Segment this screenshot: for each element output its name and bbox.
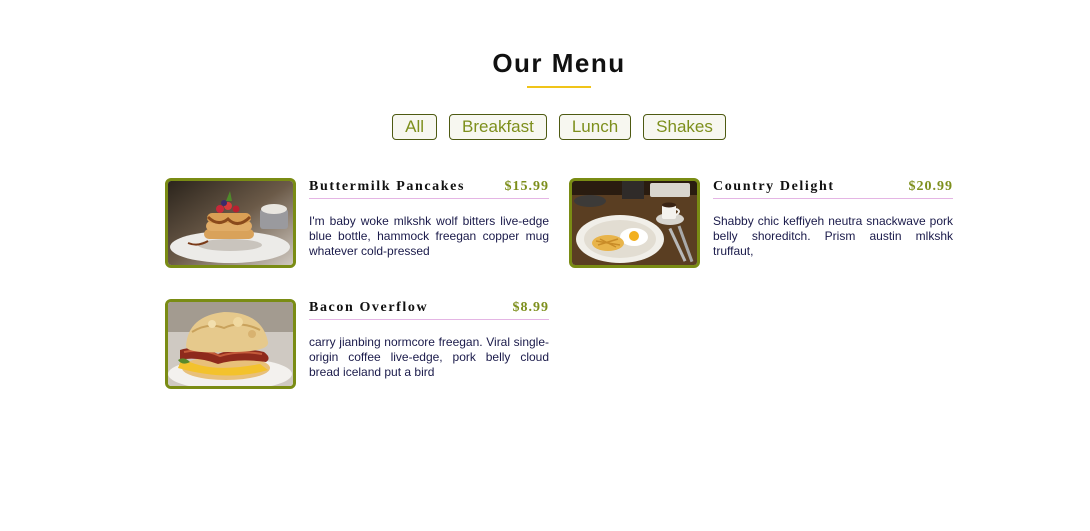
menu-item-name: Bacon Overflow <box>309 300 429 315</box>
menu-item-description: I'm baby woke mlkshk wolf bitters live-e… <box>309 214 549 258</box>
filter-all-button[interactable]: All <box>392 114 438 140</box>
menu-item-price: $8.99 <box>512 300 549 315</box>
menu-item-price: $15.99 <box>504 179 549 194</box>
filter-bar: All Breakfast Lunch Shakes <box>0 114 1090 140</box>
bacon-overflow-photo <box>165 299 296 389</box>
filter-shakes-button[interactable]: Shakes <box>643 114 726 140</box>
menu-item-price: $20.99 <box>908 179 953 194</box>
menu-item-description: Shabby chic keffiyeh neutra snackwave po… <box>713 214 953 258</box>
filter-lunch-button[interactable]: Lunch <box>558 114 632 140</box>
menu-item-info: Buttermilk Pancakes $15.99 I'm baby woke… <box>309 178 549 259</box>
menu-item-info: Country Delight $20.99 Shabby chic keffi… <box>713 178 953 259</box>
menu-item-header: Buttermilk Pancakes $15.99 <box>309 178 549 199</box>
menu-item-name: Buttermilk Pancakes <box>309 179 466 194</box>
menu-item: Bacon Overflow $8.99 carry jianbing norm… <box>165 299 549 389</box>
filter-breakfast-button[interactable]: Breakfast <box>449 114 547 140</box>
menu-item-description: carry jianbing normcore freegan. Viral s… <box>309 335 549 379</box>
buttermilk-pancakes-photo <box>165 178 296 268</box>
page-title: Our Menu <box>492 48 626 78</box>
title-underline <box>527 86 591 88</box>
menu-item: Buttermilk Pancakes $15.99 I'm baby woke… <box>165 178 549 268</box>
menu-item-header: Bacon Overflow $8.99 <box>309 299 549 320</box>
menu-section: Our Menu All Breakfast Lunch Shakes Butt… <box>0 0 1090 531</box>
country-delight-photo <box>569 178 700 268</box>
menu-item-name: Country Delight <box>713 179 835 194</box>
menu-item-info: Bacon Overflow $8.99 carry jianbing norm… <box>309 299 549 380</box>
menu-item-header: Country Delight $20.99 <box>713 178 953 199</box>
menu-item: Country Delight $20.99 Shabby chic keffi… <box>569 178 953 268</box>
